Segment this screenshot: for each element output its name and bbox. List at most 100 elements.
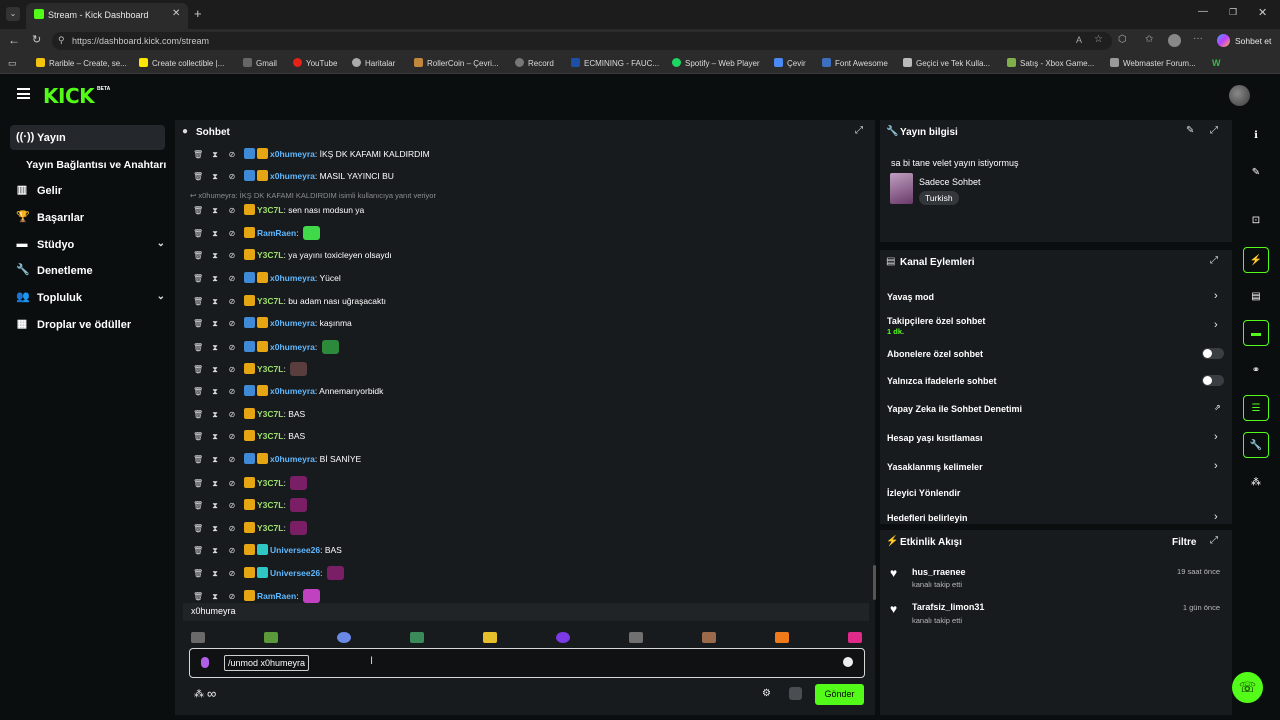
browser-tab[interactable]: Stream - Kick Dashboard ✕ (26, 3, 188, 29)
sidebar-item-denetleme[interactable]: 🔧 Denetleme (10, 258, 165, 283)
chat-username[interactable]: x0humeyra (270, 318, 315, 328)
trash-icon[interactable]: 🗑 (193, 297, 203, 306)
chat-message[interactable]: 🗑 ⧗ ⊘ x0humeyra: Yücel (193, 272, 341, 286)
infinity-icon[interactable]: ∞ (207, 686, 216, 701)
bookmark-gmail[interactable]: Gmail (243, 58, 277, 68)
chat-username[interactable]: Y3C7L (257, 296, 283, 306)
timeout-hourglass-icon[interactable]: ⧗ (210, 297, 220, 307)
support-chat-button[interactable]: ☏ (1232, 672, 1263, 703)
trash-icon[interactable]: 🗑 (193, 319, 203, 328)
new-tab-icon[interactable]: + (194, 6, 202, 21)
emotes-only-toggle[interactable] (1202, 375, 1224, 386)
favorite-star-icon[interactable]: ☆ (1094, 34, 1103, 45)
trash-icon[interactable]: 🗑 (193, 387, 203, 396)
chat-message[interactable]: 🗑 ⧗ ⊘ Y3C7L: BAS (193, 430, 305, 444)
edit-pencil-icon[interactable]: ✎ (1243, 160, 1269, 186)
wrench-icon[interactable]: 🔧 (1243, 432, 1269, 458)
emote-2[interactable] (264, 632, 278, 643)
info-icon[interactable]: ℹ (1243, 123, 1269, 149)
chat-username[interactable]: x0humeyra (270, 171, 315, 181)
timeout-hourglass-icon[interactable]: ⧗ (210, 455, 220, 465)
chat-username[interactable]: RamRaen (257, 591, 296, 601)
hamburger-menu-icon[interactable] (17, 88, 30, 99)
sidebar-item-topluluk[interactable]: 👥 Topluluk ⌄ (10, 285, 165, 310)
popout-icon[interactable]: ⤢ (855, 125, 863, 136)
edit-pencil-icon[interactable]: ✎ (1186, 125, 1194, 136)
chat-message[interactable]: 🗑 ⧗ ⊘ RamRaen: (193, 589, 320, 603)
trash-icon[interactable]: 🗑 (193, 501, 203, 510)
bookmark-xbox[interactable]: Satış - Xbox Game... (1007, 58, 1094, 68)
timeout-hourglass-icon[interactable]: ⧗ (210, 150, 220, 160)
bookmark-haritalar[interactable]: Haritalar (352, 58, 395, 68)
chat-username[interactable]: Y3C7L (257, 500, 283, 510)
users-icon[interactable]: ⁂ (1243, 470, 1269, 496)
timeout-hourglass-icon[interactable]: ⧗ (210, 546, 220, 556)
chat-message[interactable]: 🗑 ⧗ ⊘ x0humeyra: Annemarıyorbidk (193, 385, 383, 399)
chat-username[interactable]: Y3C7L (257, 431, 283, 441)
ban-shield-icon[interactable]: ⊘ (227, 251, 237, 260)
sidebar-item-studyo[interactable]: ▬ Stüdyo ⌄ (10, 232, 166, 257)
chat-message[interactable]: 🗑 ⧗ ⊘ Y3C7L: sen nası modsun ya (193, 204, 364, 218)
ban-shield-icon[interactable]: ⊘ (227, 343, 237, 352)
reload-icon[interactable]: ↻ (32, 33, 41, 46)
ban-shield-icon[interactable]: ⊘ (227, 172, 237, 181)
timeout-hourglass-icon[interactable]: ⧗ (210, 172, 220, 182)
filter-button[interactable]: Filtre (1172, 537, 1196, 548)
chat-username[interactable]: Y3C7L (257, 478, 283, 488)
user-avatar[interactable] (1229, 85, 1250, 106)
ban-shield-icon[interactable]: ⊘ (227, 569, 237, 578)
trash-icon[interactable]: 🗑 (193, 592, 203, 601)
url-input[interactable]: ⚲ https://dashboard.kick.com/stream (52, 32, 1112, 50)
more-menu-icon[interactable]: ··· (1193, 33, 1203, 44)
microphone-icon[interactable] (201, 657, 209, 668)
maximize-icon[interactable]: ❐ (1229, 7, 1237, 18)
ban-shield-icon[interactable]: ⊘ (227, 524, 237, 533)
ban-shield-icon[interactable]: ⊘ (227, 479, 237, 488)
chat-message[interactable]: 🗑 ⧗ ⊘ Universee26: BAS (193, 544, 342, 558)
ban-shield-icon[interactable]: ⊘ (227, 150, 237, 159)
timeout-hourglass-icon[interactable]: ⧗ (210, 569, 220, 579)
emote-6[interactable] (556, 632, 570, 643)
chat-message[interactable]: 🗑 ⧗ ⊘ Y3C7L: (193, 476, 308, 490)
sidebar-item-stream-key[interactable]: Yayın Bağlantısı ve Anahtarı (10, 152, 175, 177)
sidebar-item-droplar[interactable]: ▦ Droplar ve ödüller (10, 312, 165, 337)
copilot-label[interactable]: Sohbet et (1235, 36, 1271, 46)
bookmark-rarible[interactable]: Rarible – Create, se... (36, 58, 127, 68)
users-icon[interactable]: ⁂ (194, 689, 204, 700)
chat-username[interactable]: Universee26 (270, 545, 320, 555)
chat-message[interactable]: 🗑 ⧗ ⊘ x0humeyra: İKŞ DK KAFAMI KALDIRDIM (193, 148, 430, 162)
trash-icon[interactable]: 🗑 (193, 206, 203, 215)
trash-icon[interactable]: 🗑 (193, 410, 203, 419)
chat-username[interactable]: Y3C7L (257, 250, 283, 260)
timeout-hourglass-icon[interactable]: ⧗ (210, 387, 220, 397)
popout-icon[interactable]: ⤢ (1210, 125, 1218, 136)
trash-icon[interactable]: 🗑 (193, 455, 203, 464)
site-info-icon[interactable]: ⚲ (58, 35, 65, 46)
bookmark-webmaster[interactable]: Webmaster Forum... (1110, 58, 1196, 68)
bookmark-cevir[interactable]: Çevir (774, 58, 806, 68)
bookmark-youtube[interactable]: YouTube (293, 58, 337, 68)
timeout-hourglass-icon[interactable]: ⧗ (210, 524, 220, 534)
emote-10[interactable] (848, 632, 862, 643)
emote-5[interactable] (483, 632, 497, 643)
emoji-picker-icon[interactable] (843, 657, 853, 667)
trash-icon[interactable]: 🗑 (193, 365, 203, 374)
trash-icon[interactable]: 🗑 (193, 150, 203, 159)
event-user[interactable]: hus_rraenee (912, 567, 966, 577)
chat-message[interactable]: 🗑 ⧗ ⊘ Universee26: (193, 566, 344, 580)
trash-icon[interactable]: 🗑 (193, 229, 203, 238)
bookmark-record[interactable]: Record (515, 58, 554, 68)
bookmark-spotify[interactable]: Spotify – Web Player (672, 58, 760, 68)
window-close-icon[interactable]: ✕ (1258, 6, 1267, 19)
bookmarks-toggle-icon[interactable]: ▭ (8, 58, 17, 69)
ban-shield-icon[interactable]: ⊘ (227, 229, 237, 238)
chat-message[interactable]: 🗑 ⧗ ⊘ Y3C7L: ya yayını toxicleyen olsaydı (193, 249, 392, 263)
chat-message[interactable]: 🗑 ⧗ ⊘ Y3C7L: (193, 362, 308, 376)
favorites-icon[interactable]: ✩ (1145, 34, 1153, 45)
timeout-hourglass-icon[interactable]: ⧗ (210, 410, 220, 420)
chat-username[interactable]: Y3C7L (257, 205, 283, 215)
read-aloud-icon[interactable]: A (1076, 35, 1082, 45)
sidebar-item-gelir[interactable]: ▥ Gelir (10, 178, 165, 203)
category-name[interactable]: Sadece Sohbet (919, 177, 981, 187)
bookmark-w-icon[interactable]: W (1212, 58, 1221, 68)
